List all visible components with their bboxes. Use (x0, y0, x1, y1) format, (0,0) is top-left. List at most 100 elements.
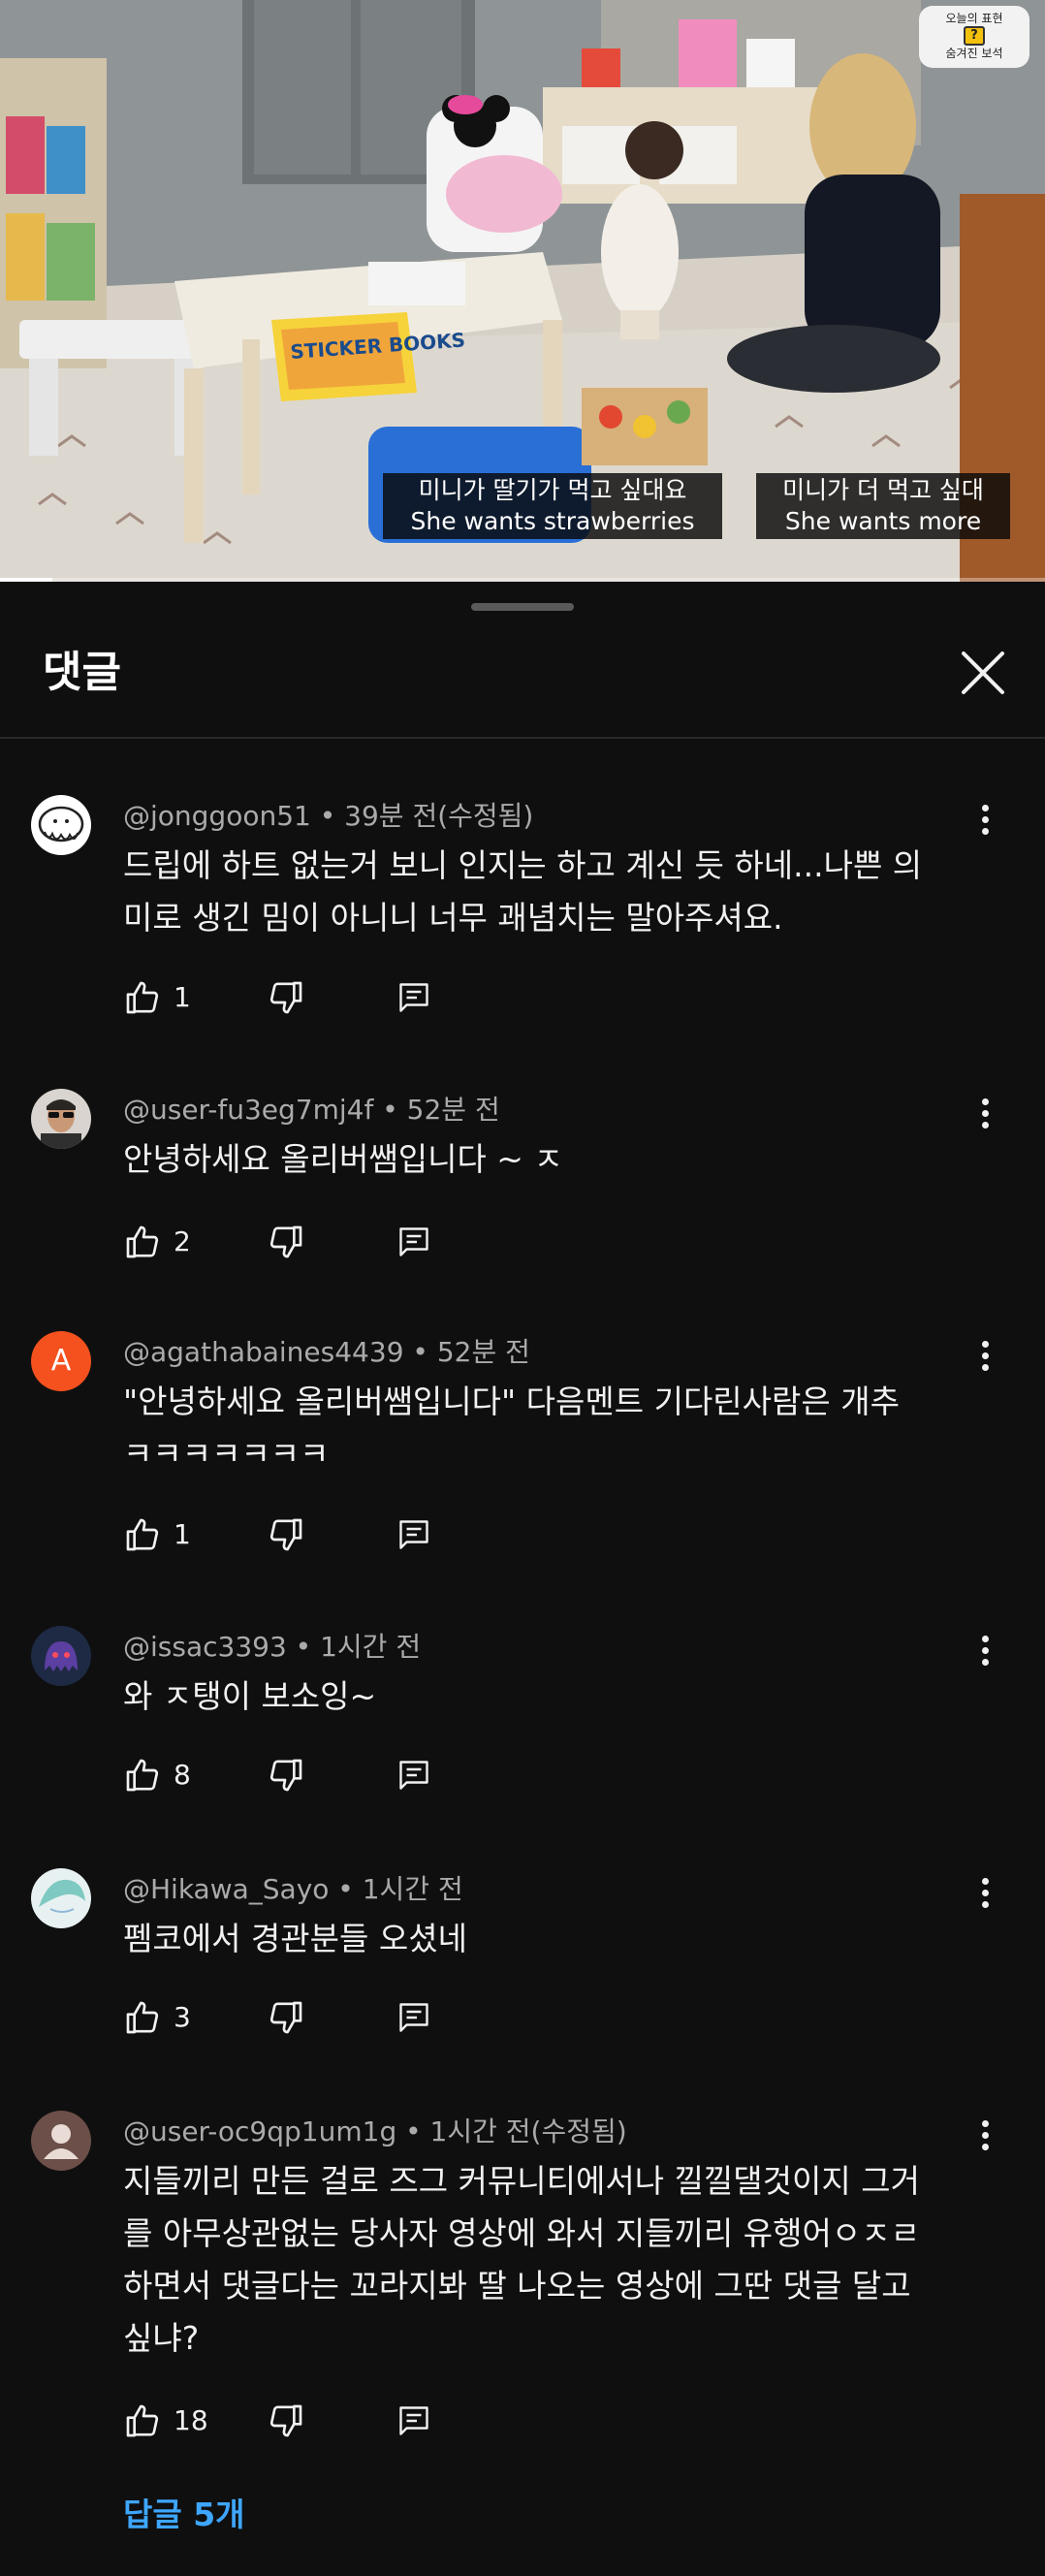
comment-text-line: 를 아무상관없는 당사자 영상에 와서 지들끼리 유행어ㅇㅈㄹ (123, 2214, 920, 2252)
subtitle-left: 미니가 딸기가 먹고 싶대요 She wants strawberries (383, 473, 722, 539)
comment-text: 지들끼리 만든 걸로 즈그 커뮤니티에서나 낄낄댈것이지 그거 를 아무상관없는… (123, 2155, 986, 2365)
comment-author[interactable]: @issac3393 (123, 1631, 287, 1663)
comment-text-line: 지들끼리 만든 걸로 즈그 커뮤니티에서나 낄낄댈것이지 그거 (123, 2162, 920, 2200)
reply-button[interactable] (396, 976, 431, 1019)
thumbs-down-icon (269, 1518, 302, 1551)
thumbs-down-icon (269, 981, 302, 1014)
reply-button[interactable] (396, 2400, 431, 2442)
subtitle-right-korean: 미니가 더 먹고 싶대 (782, 476, 984, 504)
subtitle-right-english: She wants more (784, 507, 982, 535)
comment-text-line: "안녕하세요 올리버쌤입니다" 다음멘트 기다린사람은 개추 (123, 1383, 900, 1420)
more-vert-icon[interactable] (973, 1337, 997, 1380)
avatar[interactable] (31, 2111, 91, 2171)
comment-meta: @Hikawa_Sayo • 1시간 전 (123, 1873, 463, 1905)
more-vert-icon[interactable] (973, 1095, 997, 1137)
reply-icon (399, 1761, 428, 1790)
comment-text: 펨코에서 경관분들 오셨네 (123, 1913, 986, 1965)
thumbs-up-icon (126, 1518, 159, 1551)
like-count: 3 (174, 2001, 191, 2033)
comment-text-line: 안녕하세요 올리버쌤입니다 ~ ㅈ (123, 1140, 563, 1178)
comment-actions: 2 (123, 1221, 705, 1263)
avatar[interactable] (31, 1626, 91, 1686)
thumbs-down-icon (269, 2001, 302, 2034)
more-vert-icon[interactable] (973, 1874, 997, 1917)
avatar[interactable] (31, 795, 91, 855)
comment-meta: @issac3393 • 1시간 전 (123, 1631, 422, 1663)
comment-author[interactable]: @agathabaines4439 (123, 1336, 404, 1368)
comment-author[interactable]: @Hikawa_Sayo (123, 1873, 329, 1905)
like-button[interactable]: 8 (123, 1754, 191, 1797)
view-replies-link[interactable]: 답글 5개 (123, 2492, 245, 2538)
thumbs-up-icon (126, 1225, 159, 1258)
avatar[interactable] (31, 1868, 91, 1928)
dislike-button[interactable] (267, 1996, 305, 2039)
video-player[interactable]: STICKER BOOKS 오늘의 표현 ? 숨겨진 보석 미니가 딸기가 먹고… (0, 0, 1045, 582)
comment-text-line: 펨코에서 경관분들 오셨네 (123, 1920, 467, 1957)
more-vert-icon[interactable] (973, 1632, 997, 1674)
comment-actions: 1 (123, 976, 705, 1019)
drag-handle[interactable] (471, 603, 574, 611)
dislike-button[interactable] (267, 1513, 305, 1556)
thumbs-down-icon (269, 2404, 302, 2437)
anime-avatar-icon (31, 1868, 91, 1928)
dislike-button[interactable] (267, 1754, 305, 1797)
like-count: 1 (174, 981, 191, 1013)
comment-author[interactable]: @jonggoon51 (123, 800, 311, 832)
like-button[interactable]: 2 (123, 1221, 191, 1263)
comment-text-line: 하면서 댓글다는 꼬라지봐 딸 나오는 영상에 그딴 댓글 달고 (123, 2267, 911, 2305)
dislike-button[interactable] (267, 2400, 305, 2442)
comment-actions: 3 (123, 1996, 705, 2039)
comment-meta: @user-fu3eg7mj4f • 52분 전 (123, 1094, 500, 1126)
comment-text-line: 싶냐? (123, 2319, 200, 2357)
reply-icon (399, 983, 428, 1012)
reply-icon (399, 2406, 428, 2435)
reply-button[interactable] (396, 1754, 431, 1797)
user-photo-icon (31, 1089, 91, 1149)
comment-text: 안녕하세요 올리버쌤입니다 ~ ㅈ (123, 1133, 986, 1186)
avatar[interactable] (31, 1089, 91, 1149)
reply-icon (399, 1520, 428, 1549)
dislike-button[interactable] (267, 1221, 305, 1263)
comment-author[interactable]: @user-oc9qp1um1g (123, 2115, 396, 2147)
comment-text-line: ㅋㅋㅋㅋㅋㅋㅋ (123, 1435, 330, 1473)
more-vert-icon[interactable] (973, 801, 997, 843)
reply-icon (399, 2003, 428, 2032)
subtitle-right: 미니가 더 먹고 싶대 She wants more (756, 473, 1010, 539)
thumbs-down-icon (269, 1225, 302, 1258)
like-button[interactable]: 1 (123, 1513, 191, 1556)
reply-button[interactable] (396, 1513, 431, 1556)
like-count: 1 (174, 1518, 191, 1550)
thumbs-up-icon (126, 2001, 159, 2034)
comment-time: 1시간 전(수정됨) (429, 2115, 627, 2147)
thumbs-down-icon (269, 1759, 302, 1792)
comment-text-line: 드립에 하트 없는거 보니 인지는 하고 계신 듯 하네...나쁜 의 (123, 846, 923, 884)
close-icon[interactable] (956, 646, 1010, 700)
comment-actions: 8 (123, 1754, 705, 1797)
comment-time: 1시간 전 (362, 1873, 463, 1905)
today-expression-badge[interactable]: 오늘의 표현 ? 숨겨진 보석 (919, 6, 1029, 68)
badge-line2: 숨겨진 보석 (945, 47, 1003, 60)
ghost-avatar-icon (31, 1626, 91, 1686)
badge-line1: 오늘의 표현 (945, 12, 1003, 25)
reply-button[interactable] (396, 1221, 431, 1263)
comment-time: 52분 전 (406, 1094, 500, 1126)
comment-text: "안녕하세요 올리버쌤입니다" 다음멘트 기다린사람은 개추 ㅋㅋㅋㅋㅋㅋㅋ (123, 1376, 986, 1480)
reply-icon (399, 1227, 428, 1256)
comment-author[interactable]: @user-fu3eg7mj4f (123, 1094, 373, 1126)
subtitle-left-english: She wants strawberries (410, 507, 695, 535)
doodle-avatar-icon (31, 795, 91, 855)
comment-text: 와 ㅈ탱이 보소잉~ (123, 1670, 986, 1723)
comment-meta: @user-oc9qp1um1g • 1시간 전(수정됨) (123, 2115, 627, 2147)
like-count: 18 (174, 2404, 208, 2436)
like-button[interactable]: 1 (123, 976, 191, 1019)
comment-meta: @jonggoon51 • 39분 전(수정됨) (123, 800, 534, 832)
subtitle-left-korean: 미니가 딸기가 먹고 싶대요 (418, 476, 687, 504)
reply-button[interactable] (396, 1996, 431, 2039)
like-button[interactable]: 3 (123, 1996, 191, 2039)
more-vert-icon[interactable] (973, 2116, 997, 2159)
avatar[interactable]: A (31, 1331, 91, 1391)
like-count: 8 (174, 1759, 191, 1791)
like-button[interactable]: 18 (123, 2400, 208, 2442)
dislike-button[interactable] (267, 976, 305, 1019)
comments-title: 댓글 (43, 648, 121, 697)
